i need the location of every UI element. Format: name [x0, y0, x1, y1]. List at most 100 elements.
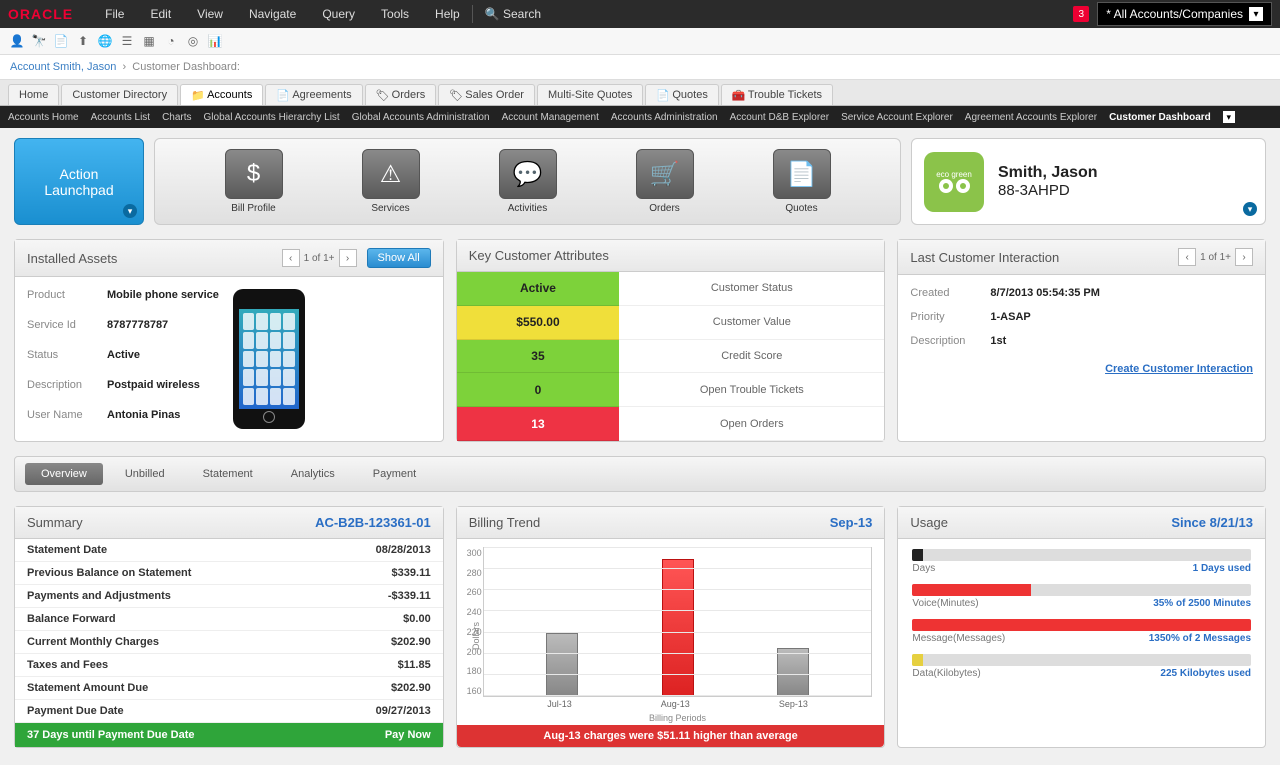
pager-next-button[interactable]: ›	[1235, 248, 1253, 266]
account-selector[interactable]: * All Accounts/Companies ▾	[1097, 2, 1272, 26]
tab-quotes[interactable]: 📄 Quotes	[645, 84, 718, 105]
chart-icon[interactable]: 📊	[206, 32, 224, 50]
tab-multi-site-quotes[interactable]: Multi-Site Quotes	[537, 84, 643, 105]
tab-trouble-tickets[interactable]: 🧰Trouble Tickets	[721, 84, 833, 105]
list-icon[interactable]: ☰	[118, 32, 136, 50]
field-value: Active	[107, 349, 219, 369]
subnav-service-account-explorer[interactable]: Service Account Explorer	[841, 112, 953, 123]
summary-value: $202.90	[391, 682, 431, 694]
pay-now-button[interactable]: Pay Now	[385, 729, 431, 741]
breadcrumb-link[interactable]: Account Smith, Jason	[10, 61, 116, 73]
menu-view[interactable]: View	[185, 1, 235, 27]
person-icon[interactable]: 👤	[8, 32, 26, 50]
pager-next-button[interactable]: ›	[339, 249, 357, 267]
tab-label: Multi-Site Quotes	[548, 89, 632, 101]
chart-alert: Aug-13 charges were $51.11 higher than a…	[457, 725, 885, 747]
btab-statement[interactable]: Statement	[187, 463, 269, 485]
tile-services[interactable]: ⚠Services	[362, 149, 420, 214]
subnav-customer-dashboard[interactable]: Customer Dashboard	[1109, 112, 1211, 123]
usage-label: Data(Kilobytes)	[912, 668, 980, 679]
summary-table: Statement Date08/28/2013Previous Balance…	[15, 539, 443, 723]
grid-icon[interactable]: ▦	[140, 32, 158, 50]
field-value: 8/7/2013 05:54:35 PM	[990, 287, 1253, 299]
folder-icon: 📁	[191, 89, 203, 101]
globe-icon[interactable]: 🌐	[96, 32, 114, 50]
menu-edit[interactable]: Edit	[138, 1, 183, 27]
subnav-global-accounts-administration[interactable]: Global Accounts Administration	[352, 112, 490, 123]
main-menu: FileEditViewNavigateQueryToolsHelp	[93, 1, 472, 27]
chevron-down-icon[interactable]: ▾	[1223, 111, 1235, 123]
pager-label: 1 of 1+	[1200, 252, 1231, 263]
tab-label: Orders	[392, 89, 426, 101]
attr-value: 13	[457, 407, 620, 441]
customer-name: Smith, Jason	[998, 164, 1098, 182]
tab-orders[interactable]: 🏷Orders	[365, 84, 437, 105]
clock-icon[interactable]: ◔	[162, 32, 180, 50]
show-all-button[interactable]: Show All	[367, 248, 431, 268]
tab-label: Quotes	[672, 89, 707, 101]
pager-prev-button[interactable]: ‹	[1178, 248, 1196, 266]
create-interaction-link[interactable]: Create Customer Interaction	[1105, 363, 1253, 375]
menu-tools[interactable]: Tools	[369, 1, 421, 27]
menu-file[interactable]: File	[93, 1, 136, 27]
tab-agreements[interactable]: 📄Agreements	[265, 84, 362, 105]
field-label: Service Id	[27, 319, 107, 339]
tile-label: Orders	[649, 203, 680, 214]
btab-unbilled[interactable]: Unbilled	[109, 463, 181, 485]
tab-home[interactable]: Home	[8, 84, 59, 105]
subnav-account-d-b-explorer[interactable]: Account D&B Explorer	[730, 112, 830, 123]
action-launchpad-label: Action Launchpad	[23, 166, 135, 198]
subnav-agreement-accounts-explorer[interactable]: Agreement Accounts Explorer	[965, 112, 1097, 123]
tab-accounts[interactable]: 📁Accounts	[180, 84, 263, 105]
usage-since: Since 8/21/13	[1171, 515, 1253, 530]
summary-row: Taxes and Fees$11.85	[15, 654, 443, 677]
pager-prev-button[interactable]: ‹	[282, 249, 300, 267]
tab-label: Sales Order	[465, 89, 524, 101]
subnav-accounts-home[interactable]: Accounts Home	[8, 112, 79, 123]
target-icon[interactable]: ◎	[184, 32, 202, 50]
summary-value: $339.11	[392, 567, 431, 579]
menu-query[interactable]: Query	[310, 1, 367, 27]
field-value: 1st	[990, 335, 1253, 347]
btab-analytics[interactable]: Analytics	[275, 463, 351, 485]
btab-overview[interactable]: Overview	[25, 463, 103, 485]
tile-quotes[interactable]: 📄Quotes	[773, 149, 831, 214]
tile-activities[interactable]: 💬Activities	[499, 149, 557, 214]
bottom-row: Summary AC-B2B-123361-01 Statement Date0…	[14, 506, 1266, 748]
tag-icon: 🏷	[449, 89, 461, 101]
field-label: Created	[910, 287, 990, 299]
subnav-account-management[interactable]: Account Management	[502, 112, 599, 123]
chevron-down-icon[interactable]: ▾	[1243, 202, 1257, 216]
phone-image	[233, 289, 305, 429]
field-value: Antonia Pinas	[107, 409, 219, 429]
customer-card[interactable]: eco green Smith, Jason 88-3AHPD ▾	[911, 138, 1266, 225]
tile-bill-profile[interactable]: $Bill Profile	[225, 149, 283, 214]
summary-key: Previous Balance on Statement	[27, 567, 191, 579]
menu-navigate[interactable]: Navigate	[237, 1, 308, 27]
subnav-accounts-list[interactable]: Accounts List	[91, 112, 150, 123]
tile-orders[interactable]: 🛒Orders	[636, 149, 694, 214]
notification-badge[interactable]: 3	[1073, 6, 1089, 22]
new-doc-icon[interactable]: 📄	[52, 32, 70, 50]
action-launchpad-button[interactable]: Action Launchpad ▾	[14, 138, 144, 225]
search-menu[interactable]: 🔍 Search	[473, 1, 553, 27]
subnav-accounts-administration[interactable]: Accounts Administration	[611, 112, 718, 123]
usage-bar: Voice(Minutes)35% of 2500 Minutes	[912, 584, 1251, 609]
summary-value: $0.00	[403, 613, 431, 625]
doc-icon: 📄	[656, 89, 668, 101]
tile-row: Action Launchpad ▾ $Bill Profile ⚠Service…	[14, 138, 1266, 225]
subnav-global-accounts-hierarchy-list[interactable]: Global Accounts Hierarchy List	[204, 112, 340, 123]
chart-bar	[662, 559, 694, 696]
usage-panel: Usage Since 8/21/13 Days1 Days usedVoice…	[897, 506, 1266, 748]
export-icon[interactable]: ⬆	[74, 32, 92, 50]
tab-customer-directory[interactable]: Customer Directory	[61, 84, 178, 105]
binoculars-icon[interactable]: 🔭	[30, 32, 48, 50]
tab-sales-order[interactable]: 🏷 Sales Order	[438, 84, 535, 105]
summary-key: Payments and Adjustments	[27, 590, 171, 602]
menu-help[interactable]: Help	[423, 1, 472, 27]
tile-label: Quotes	[785, 203, 817, 214]
btab-payment[interactable]: Payment	[357, 463, 432, 485]
tab-label: Home	[19, 89, 48, 101]
subnav-charts[interactable]: Charts	[162, 112, 191, 123]
billing-trend-period: Sep-13	[830, 515, 873, 530]
